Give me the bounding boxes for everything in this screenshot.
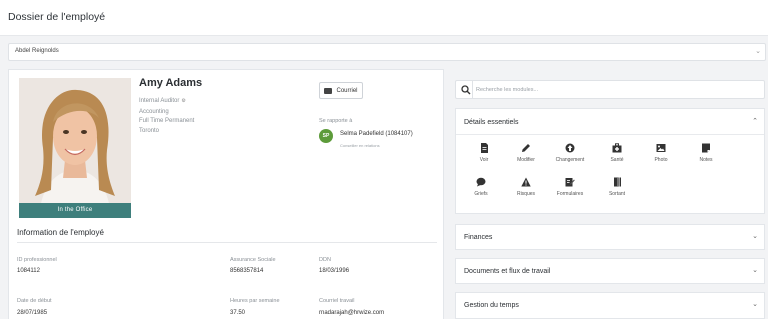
employee-profile-panel: In the Office Amy Adams Internal Auditor… — [8, 69, 444, 319]
module-notes[interactable]: Notes — [681, 143, 731, 163]
employee-type: Full Time Permanent — [139, 118, 195, 124]
employee-photo — [19, 78, 131, 218]
time-management-card[interactable]: Gestion du temps ⌄ — [455, 292, 765, 319]
module-risks[interactable]: Risques — [501, 177, 551, 197]
chevron-down-icon[interactable]: ⌄ — [752, 266, 758, 274]
chevron-down-icon[interactable]: ⌄ — [752, 232, 758, 240]
notes-icon — [702, 143, 710, 153]
essentials-card: Détails essentiels ⌃ Voir Modifier Chang… — [455, 108, 765, 214]
field-value-start-date: 28/07/1985 — [17, 310, 48, 316]
field-value-birthdate: 18/03/1996 — [319, 268, 350, 274]
employee-role: Internal Auditor — [139, 98, 180, 104]
module-label: Modifier — [517, 157, 535, 163]
status-badge: In the Office — [19, 203, 131, 218]
chevron-down-icon[interactable]: ⌄ — [752, 300, 758, 308]
email-button[interactable]: Courriel — [319, 82, 363, 99]
employee-name: Amy Adams — [139, 77, 203, 89]
document-icon — [481, 143, 488, 153]
module-photo[interactable]: Photo — [636, 143, 686, 163]
module-grievances[interactable]: Griefs — [456, 177, 506, 197]
reports-to-label: Se rapporte à — [319, 118, 353, 124]
module-outgoing[interactable]: Sortant — [592, 177, 642, 197]
documents-workflow-title: Documents et flux de travail — [464, 268, 551, 275]
module-search-box — [455, 80, 765, 99]
form-icon — [565, 178, 575, 187]
employee-info-title: Information de l'employé — [17, 228, 104, 237]
pencil-icon — [522, 144, 530, 152]
field-label-birthdate: DDN — [319, 257, 331, 263]
field-label-weekly-hours: Heures par semaine — [230, 298, 280, 304]
essentials-title[interactable]: Détails essentiels — [464, 119, 518, 126]
module-label: Santé — [610, 157, 624, 163]
manager-avatar[interactable]: SP — [319, 129, 333, 143]
field-value-weekly-hours: 37.50 — [230, 310, 246, 316]
field-label-social-insurance: Assurance Sociale — [230, 257, 276, 263]
page-title: Dossier de l'employé — [8, 11, 106, 23]
email-button-label: Courriel — [336, 87, 358, 94]
image-icon — [656, 144, 666, 152]
chevron-up-icon[interactable]: ⌃ — [752, 117, 758, 125]
field-value-social-insurance: 8568357814 — [230, 268, 264, 274]
module-forms[interactable]: Formulaires — [545, 177, 595, 197]
search-icon — [461, 85, 471, 95]
module-label: Formulaires — [556, 191, 584, 197]
employee-role-row: Internal Auditor ⚙ — [139, 98, 186, 104]
finances-card[interactable]: Finances ⌄ — [455, 224, 765, 250]
time-management-title: Gestion du temps — [464, 302, 519, 309]
chevron-down-icon: ⌄ — [755, 48, 761, 55]
finances-title: Finances — [464, 234, 493, 241]
documents-workflow-card[interactable]: Documents et flux de travail ⌄ — [455, 258, 765, 284]
envelope-icon — [324, 87, 333, 94]
chat-bubble-icon — [476, 177, 486, 187]
field-label-professional-id: ID professionnel — [17, 257, 57, 263]
divider — [17, 242, 437, 243]
module-edit[interactable]: Modifier — [501, 143, 551, 163]
module-search-input[interactable] — [476, 82, 761, 97]
employee-location: Toronto — [139, 128, 160, 134]
employee-selector[interactable]: Abdel Reignolds ⌄ — [8, 43, 766, 61]
module-label: Sortant — [608, 191, 626, 197]
medical-kit-icon — [612, 143, 622, 153]
field-value-work-email: rnadarajah@hrwize.com — [319, 310, 385, 316]
manager-name[interactable]: Selma Padefield (1084107) — [340, 131, 413, 137]
gear-icon[interactable]: ⚙ — [181, 98, 185, 104]
upload-icon — [565, 143, 575, 153]
module-change[interactable]: Changement — [545, 143, 595, 163]
manager-subtitle: Conseiller en relations — [340, 143, 380, 148]
module-label: Risques — [516, 191, 536, 197]
divider — [472, 81, 473, 98]
module-label: Griefs — [474, 191, 488, 197]
employee-selector-value: Abdel Reignolds — [15, 48, 59, 54]
field-label-start-date: Date de début — [17, 298, 52, 304]
field-label-work-email: Courriel travail — [319, 298, 355, 304]
employee-department: Accounting — [139, 109, 169, 115]
warning-icon — [521, 177, 531, 187]
module-label: Notes — [699, 157, 713, 163]
module-label: Changement — [555, 157, 585, 163]
top-bar: Dossier de l'employé — [0, 0, 768, 36]
exit-door-icon — [614, 177, 621, 187]
module-label: Photo — [654, 157, 668, 163]
divider — [456, 134, 764, 135]
field-value-professional-id: 1084112 — [17, 268, 40, 274]
module-health[interactable]: Santé — [592, 143, 642, 163]
